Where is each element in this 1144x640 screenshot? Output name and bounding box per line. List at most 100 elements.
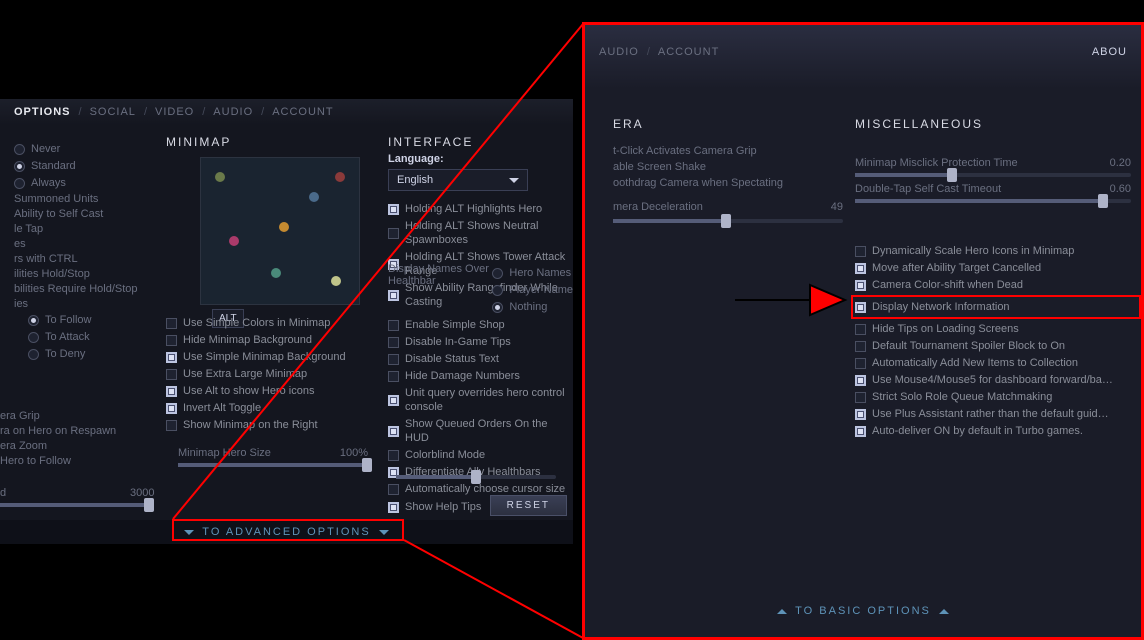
option-row[interactable]: Use Simple Colors in Minimap bbox=[166, 316, 376, 330]
option-row[interactable]: Enable Simple Shop bbox=[388, 318, 573, 332]
decel-slider[interactable] bbox=[613, 219, 843, 223]
radio-row[interactable]: Never bbox=[14, 142, 146, 156]
d-label: d bbox=[0, 487, 6, 499]
d-slider[interactable] bbox=[0, 503, 150, 507]
option-row[interactable]: Disable Status Text bbox=[388, 352, 573, 366]
option-row[interactable]: Unit query overrides hero control consol… bbox=[388, 386, 573, 414]
truncated-label: bilities Require Hold/Stop bbox=[14, 283, 146, 295]
tab-account[interactable]: ACCOUNT bbox=[272, 106, 333, 118]
option-row[interactable]: Show Queued Orders On the HUD bbox=[388, 417, 573, 445]
language-label: Language: bbox=[388, 153, 444, 165]
tab-sep: / bbox=[79, 106, 82, 118]
option-row[interactable]: Use Mouse4/Mouse5 for dashboard forward/… bbox=[855, 373, 1137, 387]
era-option[interactable]: oothdrag Camera when Spectating bbox=[613, 177, 843, 189]
radio-icon bbox=[28, 315, 39, 326]
tab-social[interactable]: SOCIAL bbox=[90, 106, 136, 118]
radio-icon bbox=[28, 332, 39, 343]
option-label: Move after Ability Target Cancelled bbox=[872, 261, 1041, 275]
tab-options[interactable]: OPTIONS bbox=[14, 106, 71, 118]
option-label: Default Tournament Spoiler Block to On bbox=[872, 339, 1065, 353]
checkbox-icon bbox=[855, 280, 866, 291]
option-row[interactable]: Use Alt to show Hero icons bbox=[166, 384, 376, 398]
option-row[interactable]: Invert Alt Toggle bbox=[166, 401, 376, 415]
language-dropdown[interactable]: English bbox=[388, 169, 528, 191]
option-row[interactable]: Holding ALT Shows Neutral Spawnboxes bbox=[388, 219, 573, 247]
radio-row[interactable]: Standard bbox=[14, 159, 146, 173]
option-label: Use Simple Minimap Background bbox=[183, 350, 346, 364]
radio-label: Standard bbox=[31, 159, 76, 173]
radio-row[interactable]: Nothing bbox=[492, 300, 573, 314]
to-basic-options[interactable]: TO BASIC OPTIONS bbox=[585, 599, 1141, 623]
slider-row: Double-Tap Self Cast Timeout 0.60 bbox=[855, 183, 1131, 195]
option-row[interactable]: Auto-deliver ON by default in Turbo game… bbox=[855, 424, 1137, 438]
checkbox-icon bbox=[855, 263, 866, 274]
radio-row[interactable]: Always bbox=[14, 176, 146, 190]
radio-row[interactable]: Player Name bbox=[492, 283, 573, 297]
radio-icon bbox=[492, 268, 503, 279]
option-row[interactable]: Use Simple Minimap Background bbox=[166, 350, 376, 364]
option-row[interactable]: Use Extra Large Minimap bbox=[166, 367, 376, 381]
option-label: Strict Solo Role Queue Matchmaking bbox=[872, 390, 1052, 404]
option-row[interactable]: Automatically Add New Items to Collectio… bbox=[855, 356, 1137, 370]
option-row[interactable]: Holding ALT Highlights Hero bbox=[388, 202, 573, 216]
option-row[interactable]: Use Plus Assistant rather than the defau… bbox=[855, 407, 1137, 421]
option-label: Hide Tips on Loading Screens bbox=[872, 322, 1019, 336]
tab-video[interactable]: VIDEO bbox=[155, 106, 194, 118]
to-advanced-options[interactable]: TO ADVANCED OPTIONS bbox=[0, 520, 573, 544]
radio-label: Never bbox=[31, 142, 60, 156]
option-label: Dynamically Scale Hero Icons in Minimap bbox=[872, 244, 1074, 258]
advanced-label: TO ADVANCED OPTIONS bbox=[202, 526, 370, 538]
radio-label: Always bbox=[31, 176, 66, 190]
checkbox-icon bbox=[166, 403, 177, 414]
era-option[interactable]: able Screen Shake bbox=[613, 161, 843, 173]
era-option[interactable]: t-Click Activates Camera Grip bbox=[613, 145, 843, 157]
truncated-label: ra on Hero on Respawn bbox=[0, 425, 150, 437]
highlighted-option: Display Network Information bbox=[851, 295, 1141, 319]
radio-row[interactable]: To Attack bbox=[28, 330, 146, 344]
option-row[interactable]: Automatically choose cursor size bbox=[388, 482, 573, 496]
radio-icon bbox=[28, 349, 39, 360]
radio-row[interactable]: To Deny bbox=[28, 347, 146, 361]
era-title: ERA bbox=[613, 117, 644, 131]
minimap-title: MINIMAP bbox=[166, 135, 231, 149]
checkbox-icon bbox=[855, 302, 866, 313]
option-row[interactable]: Hide Minimap Background bbox=[166, 333, 376, 347]
radio-row[interactable]: To Follow bbox=[28, 313, 146, 327]
option-row[interactable]: Colorblind Mode bbox=[388, 448, 573, 462]
checkbox-icon bbox=[388, 502, 399, 513]
minimap-size-slider[interactable] bbox=[178, 463, 368, 467]
option-row[interactable]: Hide Tips on Loading Screens bbox=[855, 322, 1137, 336]
tab-about-cut[interactable]: ABOU bbox=[1092, 46, 1127, 58]
option-label: Colorblind Mode bbox=[405, 448, 485, 462]
option-row[interactable]: Hide Damage Numbers bbox=[388, 369, 573, 383]
minimap-options: Use Simple Colors in Minimap Hide Minimap… bbox=[166, 313, 376, 435]
checkbox-icon bbox=[855, 246, 866, 257]
option-row[interactable]: Camera Color-shift when Dead bbox=[855, 278, 1137, 292]
slider-track[interactable] bbox=[855, 173, 1131, 177]
tab-account-right[interactable]: ACCOUNT bbox=[658, 46, 719, 58]
cursor-slider[interactable] bbox=[396, 475, 556, 479]
option-row[interactable]: Move after Ability Target Cancelled bbox=[855, 261, 1137, 275]
option-row[interactable]: Strict Solo Role Queue Matchmaking bbox=[855, 390, 1137, 404]
checkbox-icon bbox=[855, 375, 866, 386]
help-tips-row[interactable]: Show Help Tips bbox=[388, 500, 481, 514]
option-row[interactable]: Show Minimap on the Right bbox=[166, 418, 376, 432]
minimap-size-row: Minimap Hero Size 100% bbox=[178, 447, 368, 459]
option-label: Enable Simple Shop bbox=[405, 318, 505, 332]
tab-sep: / bbox=[144, 106, 147, 118]
right-sliders: Minimap Misclick Protection Time 0.20 Do… bbox=[855, 151, 1131, 203]
option-row[interactable]: Dynamically Scale Hero Icons in Minimap bbox=[855, 244, 1137, 258]
checkbox-icon bbox=[388, 395, 399, 406]
tab-audio[interactable]: AUDIO bbox=[213, 106, 253, 118]
option-row[interactable]: Disable In-Game Tips bbox=[388, 335, 573, 349]
reset-button[interactable]: RESET bbox=[490, 495, 567, 516]
radio-label: To Attack bbox=[45, 330, 90, 344]
option-row[interactable]: Default Tournament Spoiler Block to On bbox=[855, 339, 1137, 353]
tab-sep: / bbox=[261, 106, 264, 118]
radio-row[interactable]: Hero Names bbox=[492, 266, 573, 280]
slider-track[interactable] bbox=[855, 199, 1131, 203]
option-row[interactable]: Display Network Information bbox=[855, 300, 1137, 314]
checkbox-icon bbox=[388, 426, 399, 437]
chevron-down-icon bbox=[509, 178, 519, 183]
tab-audio-right[interactable]: AUDIO bbox=[599, 46, 639, 58]
